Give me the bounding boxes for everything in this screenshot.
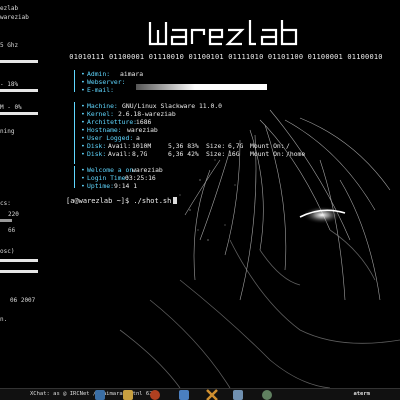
binary-banner: 01010111 01100001 01110010 01100101 0111… xyxy=(69,53,383,61)
app-icon[interactable] xyxy=(179,390,189,400)
cpu-bar xyxy=(0,60,38,63)
disk1-use-value: 5,36 83% xyxy=(168,142,199,150)
app-icon[interactable] xyxy=(206,389,218,400)
hostname-value: wareziab xyxy=(127,126,158,134)
conky-line: 5 Ghz xyxy=(0,42,19,49)
system-monitor-panel: ezlab wareziab 5 Ghz - 18% M - 0% ning c… xyxy=(0,0,62,388)
login-time-value: 03:25:16 xyxy=(125,174,156,182)
kernel-value: 2.6.18-wareziab xyxy=(118,110,176,118)
machine-label: Machine: xyxy=(87,102,118,110)
uptime-label: Uptime: xyxy=(87,182,114,190)
disk1-mount-label: Mount On: xyxy=(250,142,285,150)
warezlab-logo xyxy=(148,20,298,46)
webserver-label: Webserver: xyxy=(87,78,126,86)
kernel-label: Kernel: xyxy=(87,110,114,118)
disk1-size-value: 6,7G xyxy=(228,142,244,150)
welcome-label: Welcome a on: xyxy=(87,166,138,174)
taskbar: XChat: as @ IRCNet / #aimara (+tnl 62) a… xyxy=(0,388,400,400)
disk-bar-1 xyxy=(0,259,38,262)
load-bar xyxy=(0,89,38,92)
app-icon[interactable] xyxy=(233,390,243,400)
disk-bar-2 xyxy=(0,270,38,273)
conky-line: 220 xyxy=(8,211,19,218)
disk2-mount-value: /home xyxy=(286,150,306,158)
disk1-avail-value: 1010M xyxy=(132,142,152,150)
conky-line: cs: xyxy=(0,200,11,207)
app-icon[interactable] xyxy=(95,390,105,400)
net-bar xyxy=(0,219,12,222)
app-icon[interactable] xyxy=(123,390,133,400)
conky-line: - 18% xyxy=(0,81,19,88)
hostname-label: Hostname: xyxy=(87,126,122,134)
conky-line: 66 xyxy=(8,227,16,234)
taskbar-window-aterm[interactable]: aterm xyxy=(353,391,370,397)
user-logged-value: a xyxy=(136,134,140,142)
disk2-mount-label: Mount On: xyxy=(250,150,285,158)
conky-line: n. xyxy=(0,316,8,323)
disk1-label: Disk: xyxy=(87,142,107,150)
conky-line: M - 0% xyxy=(0,104,22,111)
app-icon[interactable] xyxy=(150,390,160,400)
conky-line: wareziab xyxy=(0,14,29,21)
text-cursor xyxy=(173,197,178,204)
prompt-text: [a@warezlab ~]$ ./shot.sh xyxy=(66,197,172,205)
admin-label: Admin: xyxy=(87,70,111,78)
disk1-size-label: Size: xyxy=(206,142,226,150)
disk2-size-label: Size: xyxy=(206,150,226,158)
mem-bar xyxy=(0,112,38,115)
disk2-avail-value: 8,7G xyxy=(132,150,148,158)
disk1-avail-label: Avail: xyxy=(108,142,132,150)
login-time-label: Login Time: xyxy=(87,174,130,182)
disk2-avail-label: Avail: xyxy=(108,150,132,158)
welcome-value: wareziab xyxy=(132,166,163,174)
system-info-output: • Admin: aimara • Webserver: • E-mail: • Mach… xyxy=(70,70,390,190)
conky-line: ning xyxy=(0,128,15,135)
email-label: E-mail: xyxy=(87,86,114,94)
machine-value: GNU/Linux Slackware 11.0.0 xyxy=(122,102,223,110)
shell-prompt[interactable]: [a@warezlab ~]$ ./shot.sh xyxy=(66,197,178,205)
disk2-use-value: 6,36 42% xyxy=(168,150,199,158)
user-logged-label: User Logged: xyxy=(87,134,134,142)
conky-line: 06 2007 xyxy=(10,297,36,304)
taskbar-app-icons xyxy=(95,389,272,400)
arch-label: Architetture: xyxy=(87,118,138,126)
conky-line: osc) xyxy=(0,248,15,255)
admin-value: aimara xyxy=(120,70,144,78)
conky-line: ezlab xyxy=(0,5,19,12)
arch-value: i686 xyxy=(136,118,152,126)
uptime-value: 9:14 1 xyxy=(114,182,138,190)
disk2-label: Disk: xyxy=(87,150,107,158)
disk1-mount-value: / xyxy=(286,142,290,150)
disk2-size-value: 16G xyxy=(228,150,240,158)
app-icon[interactable] xyxy=(262,390,272,400)
